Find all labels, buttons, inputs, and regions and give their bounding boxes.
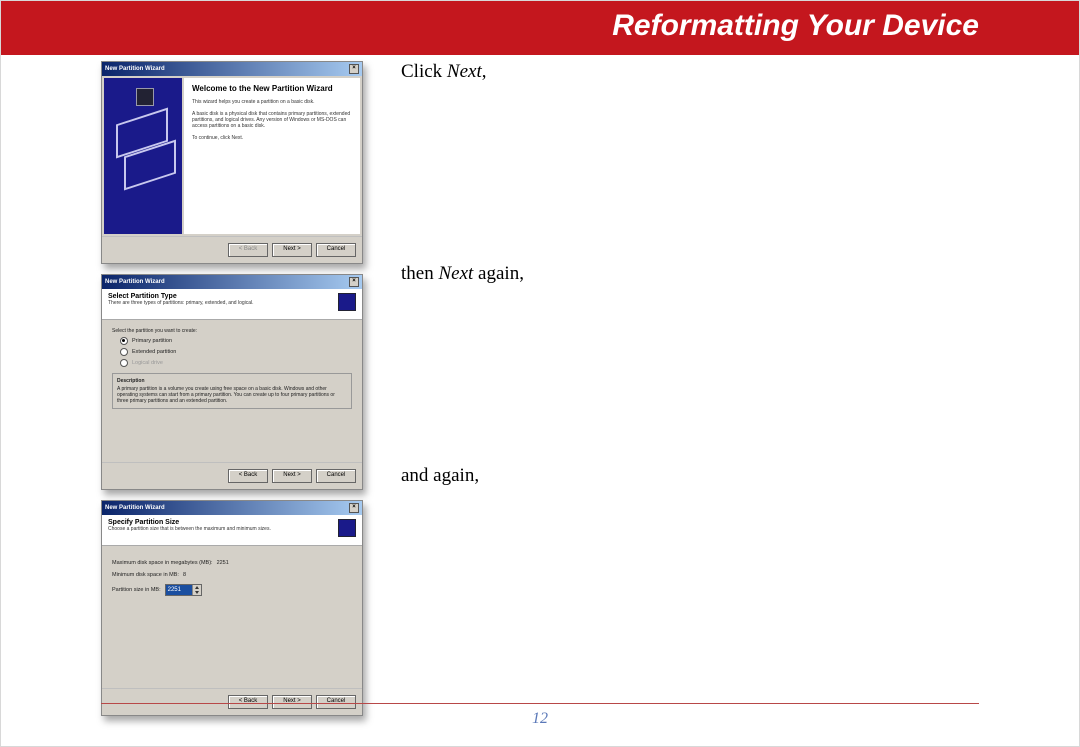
next-button[interactable]: Next > [272,243,312,257]
close-icon[interactable]: × [349,277,359,287]
wizard-paragraph: This wizard helps you create a partition… [192,99,352,105]
size-spinner[interactable]: 2251 [165,584,202,596]
disk-icon [338,519,356,537]
cancel-button[interactable]: Cancel [316,695,356,709]
window-titlebar: New Partition Wizard × [102,62,362,76]
text: , [482,61,487,82]
button-row: < Back Next > Cancel [102,462,362,489]
radio-icon [120,359,128,367]
wizard-partition-type-screenshot: New Partition Wizard × Select Partition … [101,274,363,490]
wizard-body: Select the partition you want to create:… [102,320,362,462]
button-row: < Back Next > Cancel [102,236,362,263]
size-input[interactable]: 2251 [166,585,192,595]
text: then [401,263,438,284]
text-emphasis: Next [438,263,473,284]
window-title: New Partition Wizard [105,505,165,511]
content-area: Click Next, then Next again, and again, … [1,55,1079,105]
wizard-step-header: Select Partition Type There are three ty… [102,289,362,320]
disk-icon [338,293,356,311]
page-number: 12 [1,710,1079,728]
text: Click [401,61,447,82]
wizard-step-title: Specify Partition Size [108,519,271,526]
wizard-side-graphic [104,78,182,234]
cancel-button[interactable]: Cancel [316,469,356,483]
spinner-arrows-icon[interactable] [192,585,201,595]
description-frame: Description A primary partition is a vol… [112,373,352,409]
back-button: < Back [228,243,268,257]
wizard-text-panel: Welcome to the New Partition Wizard This… [184,78,360,234]
description-label: Description [117,378,347,384]
max-size-row: Maximum disk space in megabytes (MB): 22… [112,560,352,566]
back-button[interactable]: < Back [228,469,268,483]
radio-label: Primary partition [132,338,172,344]
wizard-heading: Welcome to the New Partition Wizard [192,84,352,93]
instruction-column: Click Next, then Next again, and again, [401,61,981,487]
wizard-welcome-screenshot: New Partition Wizard × Welcome to the Ne… [101,61,363,264]
instruction-step-3: and again, [401,465,981,487]
radio-icon [120,337,128,345]
partition-size-row: Partition size in MB: 2251 [112,584,352,596]
text: again, [473,263,524,284]
wizard-step-title: Select Partition Type [108,293,254,300]
window-titlebar: New Partition Wizard × [102,501,362,515]
radio-extended-partition[interactable]: Extended partition [120,348,352,356]
field-value: 8 [183,572,186,578]
window-title: New Partition Wizard [105,279,165,285]
prompt-label: Select the partition you want to create: [112,328,352,334]
field-label: Partition size in MB: [112,587,161,593]
wizard-paragraph: To continue, click Next. [192,135,352,141]
text-emphasis: Next [447,61,482,82]
wizard-step-subtitle: Choose a partition size that is between … [108,526,271,532]
field-value: 2251 [217,560,229,566]
next-button[interactable]: Next > [272,695,312,709]
back-button[interactable]: < Back [228,695,268,709]
field-label: Minimum disk space in MB: [112,572,179,578]
window-title: New Partition Wizard [105,66,165,72]
cancel-button[interactable]: Cancel [316,243,356,257]
instruction-step-1: Click Next, [401,61,981,83]
radio-icon [120,348,128,356]
instruction-step-2: then Next again, [401,263,981,285]
description-text: A primary partition is a volume you crea… [117,386,347,404]
radio-primary-partition[interactable]: Primary partition [120,337,352,345]
document-page: Reformatting Your Device Click Next, the… [0,0,1080,747]
disk-icon [136,88,154,106]
field-label: Maximum disk space in megabytes (MB): [112,560,213,566]
close-icon[interactable]: × [349,64,359,74]
radio-label: Logical drive [132,360,163,366]
radio-label: Extended partition [132,349,176,355]
window-titlebar: New Partition Wizard × [102,275,362,289]
page-title: Reformatting Your Device [612,9,979,43]
min-size-row: Minimum disk space in MB: 8 [112,572,352,578]
wizard-step-subtitle: There are three types of partitions: pri… [108,300,254,306]
wizard-body: Maximum disk space in megabytes (MB): 22… [102,546,362,688]
wizard-paragraph: A basic disk is a physical disk that con… [192,111,352,129]
header-bar: Reformatting Your Device [1,1,1079,55]
screenshot-column: New Partition Wizard × Welcome to the Ne… [101,61,363,726]
wizard-step-header: Specify Partition Size Choose a partitio… [102,515,362,546]
wizard-partition-size-screenshot: New Partition Wizard × Specify Partition… [101,500,363,716]
radio-logical-drive: Logical drive [120,359,352,367]
footer-rule [101,703,979,704]
close-icon[interactable]: × [349,503,359,513]
next-button[interactable]: Next > [272,469,312,483]
